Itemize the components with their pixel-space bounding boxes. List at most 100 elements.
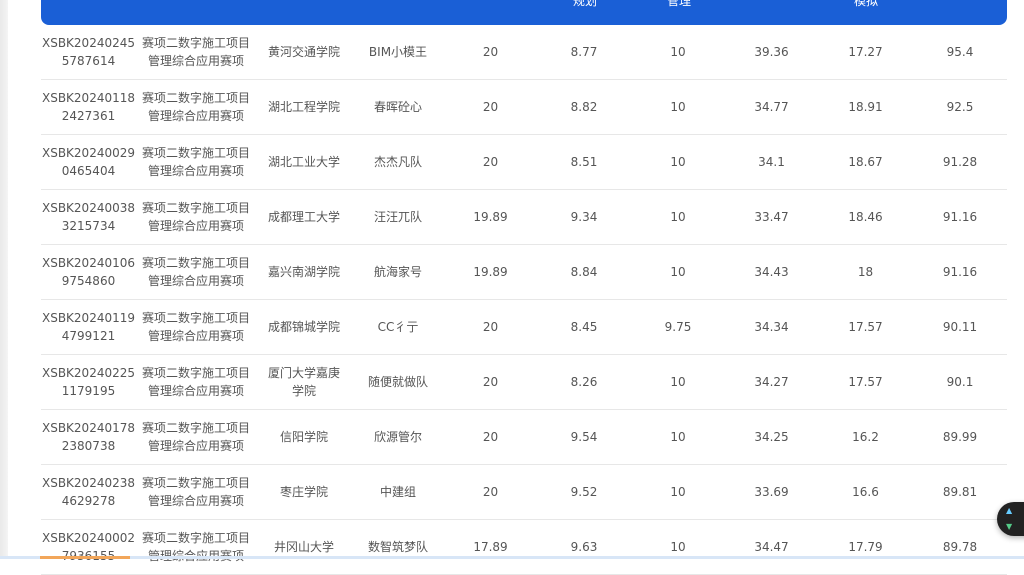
cell-score-3: 10 (670, 540, 686, 554)
cell-score-4: 34.47 (754, 540, 789, 554)
cell-score-2: 9.54 (570, 430, 598, 444)
cell-score-5: 18 (857, 265, 874, 279)
cell-id: XSBK20240118 2427361 (41, 91, 136, 123)
cell-score-3: 10 (670, 375, 686, 389)
cell-score-4: 34.34 (754, 320, 789, 334)
left-scroll-strip (0, 0, 8, 559)
cell-score-3: 10 (670, 45, 686, 59)
cell-score-3: 10 (670, 210, 686, 224)
scroll-widget[interactable]: ▲ ▼ (997, 502, 1024, 536)
cell-school: 信阳学院 (279, 430, 328, 444)
cell-score-5: 17.79 (848, 540, 883, 554)
cell-score-4: 34.1 (758, 155, 785, 169)
cell-score-3: 10 (670, 155, 686, 169)
cell-track: 赛项二数字施工项目管理综合应用赛项 (141, 531, 250, 563)
cell-total: 91.28 (942, 155, 978, 169)
cell-id: XSBK202400027936155 (41, 531, 136, 563)
cell-score-1: 20 (482, 485, 499, 499)
cell-school: 湖北工业大学 (267, 155, 340, 169)
cell-score-1: 19.89 (473, 265, 508, 279)
table-body: XSBK20240245 5787614 赛项二数字施工项目 管理综合应用赛项 黄河交通… (41, 25, 1007, 575)
cell-track: 赛项二数字施工项目管理综合应用赛项 (141, 91, 250, 123)
cell-track: 赛项二数字施工项目管理综合应用赛项 (141, 36, 250, 68)
cell-score-2: 8.26 (570, 375, 598, 389)
cell-score-5: 17.57 (848, 375, 883, 389)
cell-school: 枣庄学院 (279, 485, 328, 499)
cell-team: 数智筑梦队 (367, 540, 428, 554)
cell-total: 89.81 (942, 485, 978, 499)
table-row: XSBK20240178 2380738 赛项二数字施工项目 管理综合应用赛项 信阳学院… (41, 410, 1007, 465)
table-row: XSBK20240038 3215734 赛项二数字施工项目 管理综合应用赛项 成都理工… (41, 190, 1007, 245)
cell-track: 赛项二数字施工项目管理综合应用赛项 (141, 421, 250, 453)
cell-school: 井冈山大学 (273, 540, 334, 554)
table-row: XSBK20240118 2427361 赛项二数字施工项目 管理综合应用赛项 湖北工程… (41, 80, 1007, 135)
cell-total: 92.5 (946, 100, 974, 114)
up-arrow-icon[interactable]: ▲ (1006, 506, 1012, 515)
cell-id: XSBK20240029 0465404 (41, 146, 136, 178)
cell-id: XSBK20240119 4799121 (41, 311, 136, 343)
cell-team: 汪汪兀队 (373, 210, 422, 224)
cell-id: XSBK20240225 1179195 (41, 366, 136, 398)
cell-track: 赛项二数字施工项目管理综合应用赛项 (141, 146, 250, 178)
cell-score-3: 9.75 (664, 320, 692, 334)
header-score-b: 管理 (667, 0, 692, 8)
down-arrow-icon[interactable]: ▼ (1006, 522, 1012, 531)
cell-score-2: 9.63 (570, 540, 598, 554)
cell-score-2: 8.51 (570, 155, 598, 169)
cell-score-5: 16.2 (852, 430, 879, 444)
cell-team: 中建组 (379, 485, 416, 499)
cell-school: 成都理工大学 (267, 210, 340, 224)
cell-score-2: 8.82 (570, 100, 598, 114)
cell-score-5: 18.67 (848, 155, 883, 169)
cell-score-2: 8.77 (570, 45, 598, 59)
cell-total: 91.16 (942, 210, 978, 224)
cell-team: CC彳亍 (377, 320, 419, 334)
table-row: XSBK20240106 9754860 赛项二数字施工项目 管理综合应用赛项 嘉兴南湖… (41, 245, 1007, 300)
cell-score-4: 34.43 (754, 265, 789, 279)
table-row: XSBK20240238 4629278 赛项二数字施工项目 管理综合应用赛项 枣庄学院… (41, 465, 1007, 520)
cell-id: XSBK20240178 2380738 (41, 421, 136, 453)
cell-track: 赛项二数字施工项目管理综合应用赛项 (141, 311, 250, 343)
cell-total: 89.99 (942, 430, 978, 444)
cell-total: 95.4 (946, 45, 974, 59)
cell-track: 赛项二数字施工项目管理综合应用赛项 (141, 476, 250, 508)
cell-score-4: 39.36 (754, 45, 789, 59)
cell-score-4: 34.27 (754, 375, 789, 389)
table-row: XSBK20240119 4799121 赛项二数字施工项目 管理综合应用赛项 成都锦城… (41, 300, 1007, 355)
cell-score-2: 8.84 (570, 265, 598, 279)
cell-score-3: 10 (670, 430, 686, 444)
cell-school: 湖北工程学院 (267, 100, 340, 114)
cell-score-2: 9.34 (570, 210, 598, 224)
cell-score-1: 19.89 (473, 210, 508, 224)
cell-team: 春晖砼心 (373, 100, 422, 114)
cell-score-4: 33.47 (754, 210, 789, 224)
cell-id: XSBK20240038 3215734 (41, 201, 136, 233)
cell-track: 赛项二数字施工项目管理综合应用赛项 (141, 366, 250, 398)
cell-score-1: 17.89 (473, 540, 508, 554)
cell-school: 嘉兴南湖学院 (267, 265, 340, 279)
cell-score-4: 34.25 (754, 430, 789, 444)
table-row: XSBK20240245 5787614 赛项二数字施工项目 管理综合应用赛项 黄河交通… (41, 25, 1007, 80)
cell-score-2: 8.45 (570, 320, 598, 334)
table-row: XSBK20240225 1179195 赛项二数字施工项目 管理综合应用赛项 厦门大学… (41, 355, 1007, 410)
cell-team: 欣源管尔 (373, 430, 422, 444)
cell-team: 航海家号 (373, 265, 422, 279)
cell-school: 成都锦城学院 (267, 320, 340, 334)
cell-team: BIM小模王 (368, 45, 428, 59)
cell-score-3: 10 (670, 100, 686, 114)
cell-score-3: 10 (670, 485, 686, 499)
cell-school: 厦门大学嘉庚 学院 (267, 366, 340, 398)
cell-score-5: 17.27 (848, 45, 883, 59)
table-row: XSBK202400027936155赛项二数字施工项目管理综合应用赛项 井冈山大… (41, 520, 1007, 575)
cell-total: 91.16 (942, 265, 978, 279)
table-header: 规划 管理 模拟 (41, 0, 1007, 25)
cell-total: 89.78 (942, 540, 978, 554)
cell-score-4: 34.77 (754, 100, 789, 114)
cell-track: 赛项二数字施工项目管理综合应用赛项 (141, 256, 250, 288)
cell-score-5: 17.57 (848, 320, 883, 334)
cell-score-1: 20 (482, 155, 499, 169)
cell-score-1: 20 (482, 100, 499, 114)
cell-team: 杰杰凡队 (373, 155, 422, 169)
header-score-a: 规划 (573, 0, 598, 8)
cell-score-3: 10 (670, 265, 686, 279)
